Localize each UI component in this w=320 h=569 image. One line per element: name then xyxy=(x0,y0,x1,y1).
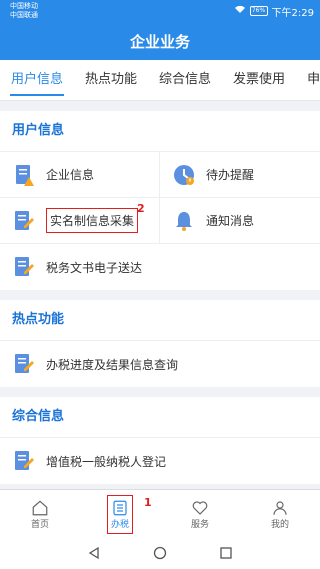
clock-icon xyxy=(174,164,194,185)
carrier-2: 中国联通 xyxy=(10,11,38,19)
document-edit-icon xyxy=(15,210,34,230)
document-warning-icon xyxy=(16,164,34,186)
nav-service-label: 服务 xyxy=(190,519,209,530)
battery-icon: 76% xyxy=(249,6,268,16)
nav-mine-label: 我的 xyxy=(270,519,289,530)
heart-icon xyxy=(192,500,208,515)
tab-user-info[interactable]: 用户信息 xyxy=(0,60,74,100)
tax-doc-delivery-item[interactable]: 税务文书电子送达 xyxy=(0,244,320,290)
annotation-2: 2 xyxy=(137,202,145,215)
section-title-user-info: 用户信息 xyxy=(0,111,320,152)
notification-item[interactable]: 通知消息 xyxy=(160,198,320,244)
back-icon[interactable] xyxy=(87,546,101,560)
nav-service[interactable]: 服务 xyxy=(160,490,240,538)
progress-query-label: 办税进度及结果信息查询 xyxy=(46,357,179,372)
realname-collection-label: 实名制信息采集 xyxy=(46,208,139,233)
general-section: 综合信息 增值税一般纳税人登记 xyxy=(0,397,320,484)
nav-home[interactable]: 首页 xyxy=(0,490,80,538)
vat-registration-item[interactable]: 增值税一般纳税人登记 xyxy=(0,438,320,484)
section-title-hot: 热点功能 xyxy=(0,300,320,341)
tab-invoice-use[interactable]: 发票使用 xyxy=(222,60,296,100)
recents-icon[interactable] xyxy=(219,546,233,560)
page-title: 企业业务 xyxy=(0,22,320,60)
user-icon xyxy=(273,500,287,515)
todo-reminder-item[interactable]: 待办提醒 xyxy=(160,152,320,198)
carrier-info: 中国移动 中国联通 xyxy=(10,2,38,20)
nav-mine[interactable]: 我的 xyxy=(240,490,320,538)
system-nav-bar xyxy=(0,537,320,569)
annotation-1: 1 xyxy=(144,496,152,509)
hot-section: 热点功能 办税进度及结果信息查询 xyxy=(0,300,320,387)
progress-query-item[interactable]: 办税进度及结果信息查询 xyxy=(0,341,320,387)
status-bar: 中国移动 中国联通 76% 下午2:29 xyxy=(0,0,320,22)
document-edit-icon xyxy=(15,451,34,470)
document-edit-icon xyxy=(15,257,34,276)
list-icon xyxy=(113,500,127,515)
carrier-1: 中国移动 xyxy=(10,2,38,10)
home-icon xyxy=(32,499,48,515)
nav-home-label: 首页 xyxy=(30,519,49,530)
notification-label: 通知消息 xyxy=(206,214,255,228)
home-circle-icon[interactable] xyxy=(153,546,167,560)
status-right: 76% 下午2:29 xyxy=(234,4,314,19)
bell-icon xyxy=(176,211,192,231)
document-edit-icon xyxy=(15,354,34,373)
tab-general-info[interactable]: 综合信息 xyxy=(148,60,222,100)
bottom-nav: 首页 办税 1 服务 我的 xyxy=(0,489,320,538)
wifi-icon xyxy=(234,5,246,17)
tax-doc-delivery-label: 税务文书电子送达 xyxy=(46,260,143,275)
tab-bar: 用户信息 热点功能 综合信息 发票使用 申报 xyxy=(0,60,320,101)
todo-reminder-label: 待办提醒 xyxy=(206,168,255,182)
nav-tax-label: 办税 xyxy=(110,519,129,530)
vat-registration-label: 增值税一般纳税人登记 xyxy=(46,454,167,469)
tab-declaration[interactable]: 申报 xyxy=(296,60,320,100)
status-time: 下午2:29 xyxy=(271,7,314,19)
nav-tax-highlight: 办税 xyxy=(106,494,133,534)
company-info-label: 企业信息 xyxy=(46,168,95,182)
nav-tax[interactable]: 办税 1 xyxy=(80,490,160,538)
realname-collection-item[interactable]: 实名制信息采集 xyxy=(0,198,160,244)
user-info-section: 用户信息 企业信息 待办提醒 实名制信息采集 通知消息 税务文书电子送达 xyxy=(0,111,320,290)
section-title-general: 综合信息 xyxy=(0,397,320,438)
company-info-item[interactable]: 企业信息 xyxy=(0,152,160,198)
tab-hot-features[interactable]: 热点功能 xyxy=(74,60,148,100)
